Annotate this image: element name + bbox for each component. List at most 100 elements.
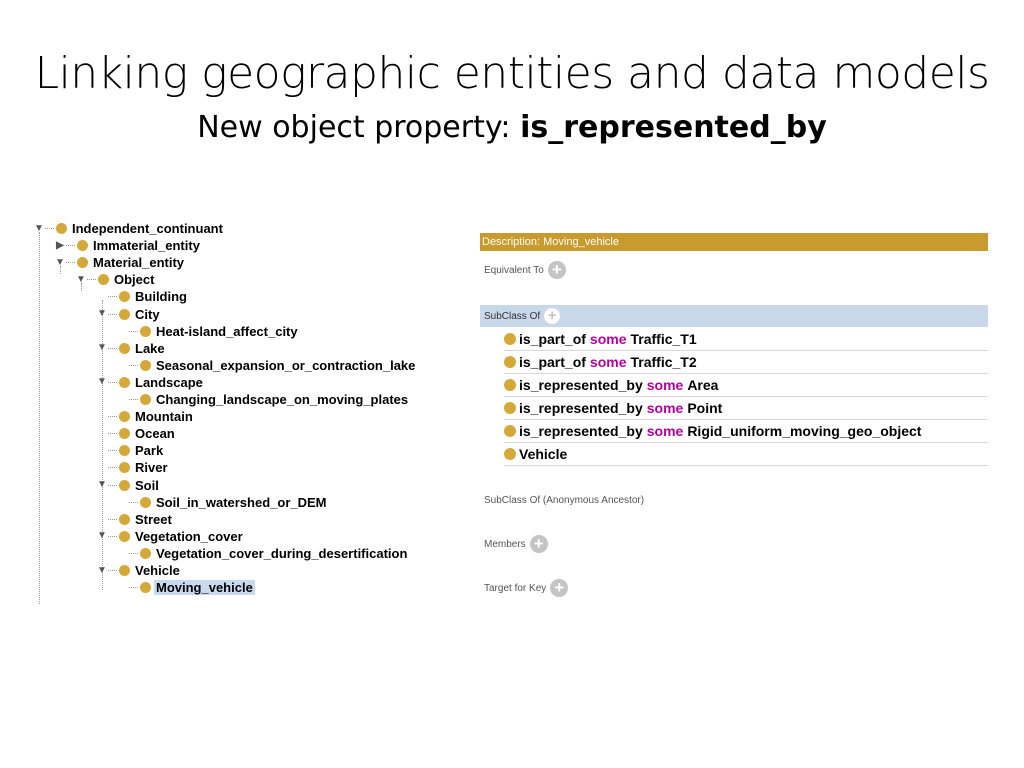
tree-connector xyxy=(97,291,107,303)
tree-node-label: Mountain xyxy=(135,409,193,425)
class-icon xyxy=(140,325,151,337)
tree-node[interactable]: Park xyxy=(97,442,165,459)
tree-connector xyxy=(118,582,128,594)
subclass-axiom-list: is_part_of some Traffic_T1 is_part_of some Tr… xyxy=(504,328,988,466)
description-panel: Description: Moving_vehicle Equivalent T… xyxy=(480,233,988,613)
axiom-keyword: some xyxy=(646,400,684,416)
collapse-arrow-icon[interactable]: ▼ xyxy=(97,530,107,542)
tree-node[interactable]: ▶ Immaterial_entity xyxy=(55,237,202,254)
tree-node[interactable]: ▼ City xyxy=(97,306,162,323)
tree-node-label: Lake xyxy=(135,340,165,356)
class-icon xyxy=(504,379,516,391)
add-member-icon[interactable]: + xyxy=(529,535,548,553)
tree-connector xyxy=(129,552,138,554)
class-icon xyxy=(77,240,88,252)
tree-node[interactable]: ▼ Independent_continuant xyxy=(34,220,225,237)
axiom-keyword: some xyxy=(646,377,684,393)
tree-connector xyxy=(118,496,128,508)
subtitle-prefix: New object property: xyxy=(197,110,511,145)
class-icon xyxy=(56,223,67,234)
collapse-arrow-icon[interactable]: ▼ xyxy=(76,274,86,286)
slide-title: Linking geographic entities and data mod… xyxy=(34,48,990,99)
axiom-filler: Vehicle xyxy=(519,446,568,462)
add-subclass-icon[interactable]: + xyxy=(544,308,561,324)
tree-node[interactable]: ▼ Soil xyxy=(97,477,161,494)
axiom-property: is_represented_by xyxy=(519,423,643,439)
tree-connector xyxy=(108,467,117,469)
tree-node[interactable]: Building xyxy=(97,288,189,305)
tree-connector xyxy=(118,359,128,371)
tree-node[interactable]: Ocean xyxy=(97,425,177,442)
collapse-arrow-icon[interactable]: ▼ xyxy=(97,308,107,320)
add-equivalent-icon[interactable]: + xyxy=(547,261,566,279)
tree-connector xyxy=(118,325,128,337)
subclass-axiom[interactable]: is_represented_by some Point xyxy=(504,397,988,420)
class-icon xyxy=(119,342,130,354)
collapse-arrow-icon[interactable]: ▼ xyxy=(97,479,107,491)
tree-connector xyxy=(45,228,54,229)
class-icon xyxy=(504,425,516,437)
add-key-icon[interactable]: + xyxy=(550,579,569,597)
axiom-filler: Traffic_T2 xyxy=(630,354,697,370)
tree-node[interactable]: ▼ Landscape xyxy=(97,374,205,391)
tree-node[interactable]: Changing_landscape_on_moving_plates xyxy=(118,391,410,408)
tree-node-label: Material_entity xyxy=(93,255,185,271)
tree-node-label: Moving_vehicle xyxy=(154,580,255,596)
tree-connector xyxy=(129,587,138,589)
tree-connector xyxy=(108,570,117,571)
tree-node[interactable]: Heat-island_affect_city xyxy=(118,323,300,340)
collapse-arrow-icon[interactable]: ▼ xyxy=(34,223,44,235)
class-icon xyxy=(119,565,130,576)
tree-node[interactable]: Vegetation_cover_during_desertification xyxy=(118,545,409,562)
tree-node-label: Building xyxy=(135,289,187,305)
tree-node-label: Ocean xyxy=(135,426,175,442)
tree-node-label: City xyxy=(135,306,160,322)
tree-connector xyxy=(108,416,117,418)
tree-connector xyxy=(129,501,138,503)
tree-node[interactable]: Street xyxy=(97,511,174,528)
axiom-keyword: some xyxy=(646,423,684,439)
class-icon xyxy=(119,308,130,320)
tree-node-label: Heat-island_affect_city xyxy=(156,323,298,339)
tree-node[interactable]: Mountain xyxy=(97,408,195,425)
collapse-arrow-icon[interactable]: ▼ xyxy=(97,565,107,577)
tree-node[interactable]: Moving_vehicle xyxy=(118,579,255,596)
expand-arrow-icon[interactable]: ▶ xyxy=(55,240,65,252)
class-icon xyxy=(119,479,130,491)
tree-connector xyxy=(108,535,117,537)
collapse-arrow-icon[interactable]: ▼ xyxy=(55,257,65,269)
tree-node-label: Street xyxy=(135,511,172,527)
axiom-keyword: some xyxy=(589,331,627,347)
tree-node[interactable]: River xyxy=(97,459,170,476)
tree-connector xyxy=(108,433,117,435)
tree-node[interactable]: ▼ Material_entity xyxy=(55,254,186,271)
class-icon xyxy=(119,513,130,525)
description-header: Description: Moving_vehicle xyxy=(480,233,988,251)
class-icon xyxy=(504,448,516,460)
axiom-filler: Point xyxy=(687,400,723,416)
axiom-property: is_part_of xyxy=(519,354,586,370)
tree-node[interactable]: ▼ Vehicle xyxy=(97,562,182,579)
tree-node[interactable]: ▼ Lake xyxy=(97,340,167,357)
tree-node[interactable]: Soil_in_watershed_or_DEM xyxy=(118,494,329,511)
subclass-of-label: SubClass Of xyxy=(484,310,541,322)
tree-node[interactable]: Seasonal_expansion_or_contraction_lake xyxy=(118,357,417,374)
subclass-axiom[interactable]: Vehicle xyxy=(504,443,988,466)
subclass-axiom[interactable]: is_part_of some Traffic_T2 xyxy=(504,351,988,374)
tree-connector xyxy=(66,245,75,247)
subclass-anon-label: SubClass Of (Anonymous Ancestor) xyxy=(484,495,645,506)
tree-node[interactable]: ▼ Object xyxy=(76,271,156,288)
class-icon xyxy=(119,428,130,440)
subclass-anon-section: SubClass Of (Anonymous Ancestor) xyxy=(484,495,644,506)
subclass-axiom[interactable]: is_part_of some Traffic_T1 xyxy=(504,328,988,351)
collapse-arrow-icon[interactable]: ▼ xyxy=(97,342,107,354)
subclass-axiom[interactable]: is_represented_by some Rigid_uniform_movin… xyxy=(504,420,988,443)
subclass-of-section: SubClass Of + xyxy=(480,305,988,327)
tree-node[interactable]: ▼ Vegetation_cover xyxy=(97,528,245,545)
subclass-axiom[interactable]: is_represented_by some Area xyxy=(504,374,988,397)
tree-connector xyxy=(108,296,117,298)
collapse-arrow-icon[interactable]: ▼ xyxy=(97,376,107,388)
tree-connector xyxy=(87,279,96,281)
tree-connector xyxy=(97,428,107,440)
tree-node-label: Independent_continuant xyxy=(72,221,223,236)
